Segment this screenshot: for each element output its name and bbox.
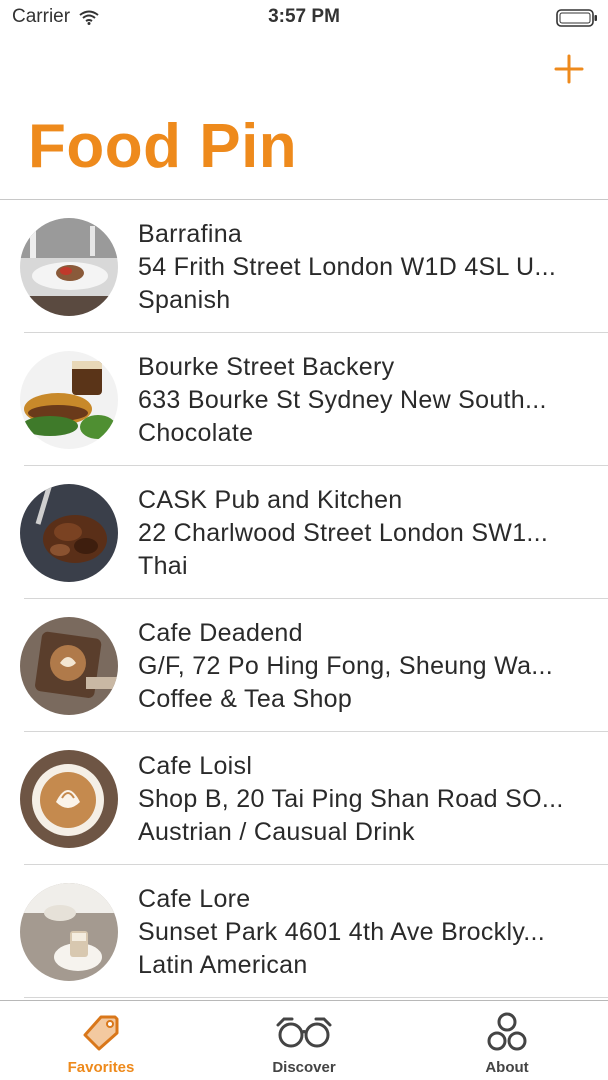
tab-label: Discover: [272, 1059, 336, 1076]
tab-about[interactable]: About: [406, 1001, 608, 1080]
restaurant-thumbnail: [20, 617, 118, 715]
tag-icon: [83, 1015, 119, 1051]
battery-icon: [556, 9, 597, 27]
plus-icon[interactable]: [552, 52, 586, 86]
tab-favorites[interactable]: Favorites: [0, 1001, 202, 1080]
restaurant-thumbnail: [20, 883, 118, 981]
restaurant-thumbnail: [20, 484, 118, 582]
restaurant-location: 54 Frith Street London W1D 4SL U...: [138, 253, 557, 281]
restaurant-name: Barrafina: [138, 220, 243, 248]
restaurant-thumbnail: [20, 750, 118, 848]
tab-label: About: [485, 1059, 529, 1076]
page-title: Food Pin: [28, 112, 298, 181]
restaurant-thumbnail: [20, 218, 118, 316]
table-row[interactable]: Cafe Loisl Shop B, 20 Tai Ping Shan Road…: [0, 732, 608, 865]
table-row[interactable]: Cafe Deadend G/F, 72 Po Hing Fong, Sheun…: [0, 599, 608, 732]
restaurant-location: 22 Charlwood Street London SW1...: [138, 519, 549, 547]
table-row[interactable]: CASK Pub and Kitchen 22 Charlwood Street…: [0, 466, 608, 599]
restaurant-list[interactable]: Barrafina 54 Frith Street London W1D 4SL…: [0, 200, 608, 1000]
restaurant-location: Sunset Park 4601 4th Ave Brockly...: [138, 918, 546, 946]
status-time: 3:57 PM: [268, 6, 340, 27]
restaurant-name: Cafe Lore: [138, 885, 251, 913]
restaurant-type: Austrian / Causual Drink: [138, 818, 415, 846]
status-bar: Carrier 3:57 PM: [0, 0, 608, 36]
tab-bar: Favorites Discover About: [0, 1000, 608, 1080]
tab-discover[interactable]: Discover: [203, 1001, 405, 1080]
glasses-icon: [276, 1017, 332, 1048]
restaurant-type: Coffee & Tea Shop: [138, 685, 353, 713]
restaurant-name: Bourke Street Backery: [138, 353, 395, 381]
restaurant-location: G/F, 72 Po Hing Fong, Sheung Wa...: [138, 652, 554, 680]
navigation-bar: Food Pin: [0, 36, 608, 200]
tab-label: Favorites: [67, 1059, 135, 1076]
restaurant-type: Chocolate: [138, 419, 254, 447]
restaurant-thumbnail: [20, 351, 118, 449]
restaurant-name: Cafe Loisl: [138, 752, 253, 780]
restaurant-name: Cafe Deadend: [138, 619, 303, 647]
table-row[interactable]: Barrafina 54 Frith Street London W1D 4SL…: [0, 200, 608, 333]
table-row[interactable]: Bourke Street Backery 633 Bourke St Sydn…: [0, 333, 608, 466]
restaurant-type: Thai: [138, 552, 188, 580]
restaurant-type: Spanish: [138, 286, 231, 314]
table-row[interactable]: Cafe Lore Sunset Park 4601 4th Ave Brock…: [0, 865, 608, 998]
restaurant-type: Latin American: [138, 951, 308, 979]
circles-icon: [487, 1012, 527, 1051]
row-divider: [24, 997, 608, 998]
restaurant-name: CASK Pub and Kitchen: [138, 486, 403, 514]
restaurant-location: Shop B, 20 Tai Ping Shan Road SO...: [138, 785, 564, 813]
restaurant-location: 633 Bourke St Sydney New South...: [138, 386, 547, 414]
